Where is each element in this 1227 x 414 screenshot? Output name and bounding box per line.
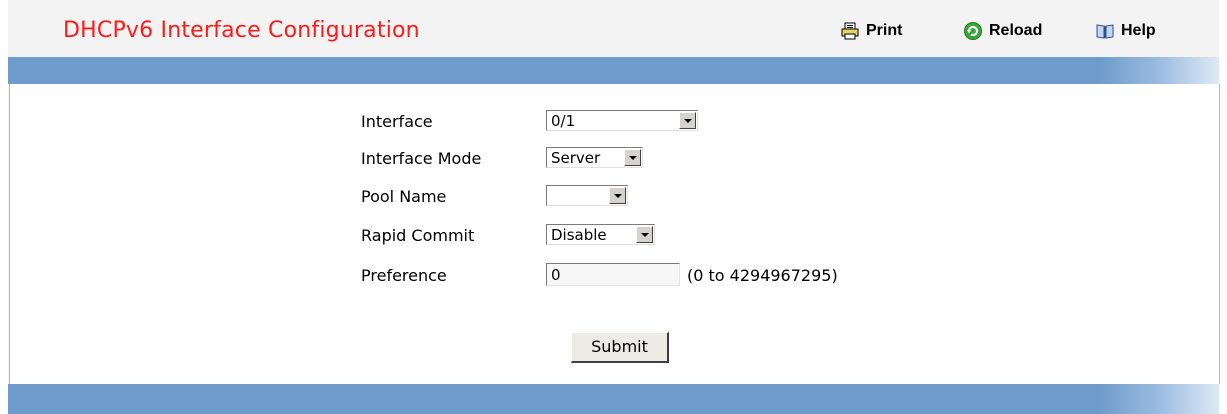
chevron-down-icon[interactable] bbox=[679, 112, 696, 129]
page-frame: DHCPv6 Interface Configuration Print Rel… bbox=[8, 0, 1220, 414]
preference-range-hint: (0 to 4294967295) bbox=[687, 266, 838, 285]
chevron-down-icon[interactable] bbox=[609, 187, 626, 204]
preference-label: Preference bbox=[361, 266, 447, 285]
help-label: Help bbox=[1121, 22, 1156, 39]
form-panel: Interface 0/1 Interface Mode Server Pool… bbox=[9, 84, 1220, 384]
interface-value: 0/1 bbox=[551, 112, 576, 130]
book-icon bbox=[1095, 21, 1115, 41]
print-label: Print bbox=[866, 22, 903, 39]
pool-name-select[interactable] bbox=[546, 185, 628, 206]
page-title: DHCPv6 Interface Configuration bbox=[63, 18, 420, 43]
interface-mode-label: Interface Mode bbox=[361, 149, 482, 168]
chevron-down-icon[interactable] bbox=[624, 149, 641, 166]
reload-icon bbox=[963, 21, 983, 41]
rapid-commit-select[interactable]: Disable bbox=[546, 224, 655, 245]
interface-mode-select[interactable]: Server bbox=[546, 147, 643, 168]
reload-label: Reload bbox=[989, 22, 1043, 39]
submit-button[interactable]: Submit bbox=[571, 332, 669, 363]
preference-input[interactable]: 0 bbox=[546, 263, 680, 286]
rapid-commit-label: Rapid Commit bbox=[361, 226, 475, 245]
print-button[interactable]: Print bbox=[840, 19, 902, 43]
header-band bbox=[8, 57, 1219, 84]
interface-label: Interface bbox=[361, 112, 433, 131]
chevron-down-icon[interactable] bbox=[636, 226, 653, 243]
help-button[interactable]: Help bbox=[1095, 19, 1156, 43]
pool-name-label: Pool Name bbox=[361, 187, 447, 206]
printer-icon bbox=[840, 21, 860, 41]
interface-mode-value: Server bbox=[551, 149, 601, 167]
footer-band bbox=[8, 384, 1219, 414]
rapid-commit-value: Disable bbox=[551, 226, 607, 244]
reload-button[interactable]: Reload bbox=[963, 19, 1042, 43]
interface-select[interactable]: 0/1 bbox=[546, 110, 698, 131]
